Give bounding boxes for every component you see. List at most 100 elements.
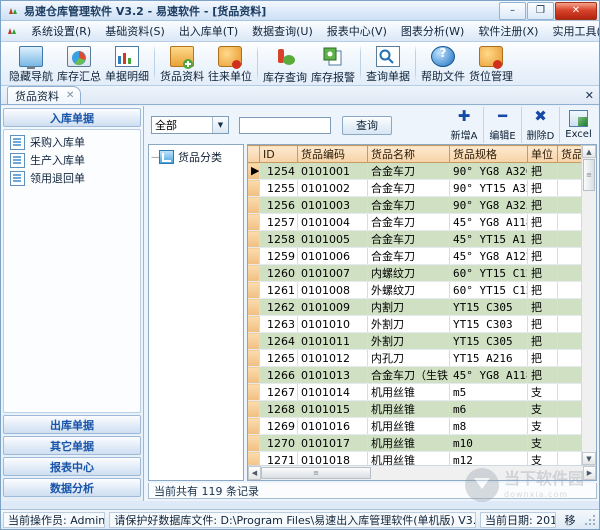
cell-spec[interactable]: 45° YG8 A118 <box>449 366 528 384</box>
nav-group-report-center[interactable]: 报表中心 <box>3 457 141 476</box>
cell-name[interactable]: 外割刀 <box>367 332 450 350</box>
column-header-code[interactable]: 货品编码 <box>297 145 368 163</box>
cell-unit[interactable]: 支 <box>527 451 558 465</box>
cell-code[interactable]: 0101015 <box>297 400 368 418</box>
scroll-left-arrow-icon[interactable]: ◀ <box>248 466 261 480</box>
table-row[interactable]: 12600101007内螺纹刀60° YT15 C120把 <box>248 264 581 282</box>
cell-spec[interactable]: m6 <box>449 400 528 418</box>
menu-item-inout-orders[interactable]: 出入库单(T) <box>172 21 245 41</box>
cell-code[interactable]: 0101012 <box>297 349 368 367</box>
cell-unit[interactable]: 支 <box>527 383 558 401</box>
cell-code[interactable]: 0101005 <box>297 230 368 248</box>
cell-cat[interactable] <box>557 332 581 350</box>
cell-code[interactable]: 0101014 <box>297 383 368 401</box>
nav-group-header-inbound[interactable]: 入库单据 <box>3 108 141 127</box>
horizontal-scrollbar[interactable]: ◀ ≡ ▶ <box>248 465 596 480</box>
menu-item-report-center[interactable]: 报表中心(V) <box>320 21 394 41</box>
cell-name[interactable]: 机用丝锥 <box>367 451 450 465</box>
cell-unit[interactable]: 把 <box>527 349 558 367</box>
cell-cat[interactable] <box>557 383 581 401</box>
row-selector-cell[interactable] <box>248 179 260 197</box>
cell-unit[interactable]: 把 <box>527 332 558 350</box>
cell-spec[interactable]: 60° YT15 C120 <box>449 281 528 299</box>
cell-code[interactable]: 0101002 <box>297 179 368 197</box>
row-selector-cell[interactable] <box>248 213 260 231</box>
cell-code[interactable]: 0101004 <box>297 213 368 231</box>
column-header-unit[interactable]: 单位 <box>527 145 558 163</box>
cell-name[interactable]: 合金车刀（生铁 <box>367 366 450 384</box>
row-selector-cell[interactable] <box>248 298 260 316</box>
row-selector-cell[interactable] <box>248 315 260 333</box>
table-row[interactable]: 12610101008外螺纹刀60° YT15 C120把 <box>248 281 581 299</box>
table-row[interactable]: 1270 0101017 机用丝锥 m10 支 <box>248 434 581 452</box>
cell-name[interactable]: 合金车刀 <box>367 196 450 214</box>
cell-name[interactable]: 机用丝锥 <box>367 434 450 452</box>
table-row[interactable]: 1256 0101003 合金车刀 90° YG8 A325 把 <box>248 196 581 214</box>
cell-name[interactable]: 外割刀 <box>367 315 450 333</box>
cell-spec[interactable]: m5 <box>449 383 528 401</box>
toolbar-button-query-orders[interactable]: 查询单据 <box>364 44 412 84</box>
cell-code[interactable]: 0101006 <box>297 247 368 265</box>
cell-id[interactable]: 1259 <box>259 247 298 265</box>
column-header-spec[interactable]: 货品规格 <box>449 145 528 163</box>
category-tree-pane[interactable]: — 货品分类 <box>148 144 244 481</box>
cell-code[interactable]: 0101001 <box>297 162 368 180</box>
cell-cat[interactable] <box>557 264 581 282</box>
cell-cat[interactable] <box>557 366 581 384</box>
cell-name[interactable]: 合金车刀 <box>367 213 450 231</box>
tree-expander-icon[interactable]: — <box>151 152 161 163</box>
cell-unit[interactable]: 把 <box>527 264 558 282</box>
cell-cat[interactable] <box>557 281 581 299</box>
vertical-scroll-track[interactable] <box>582 191 596 452</box>
tab-close-icon[interactable]: ✕ <box>66 90 74 101</box>
cell-unit[interactable]: 把 <box>527 179 558 197</box>
row-selector-cell[interactable] <box>248 332 260 350</box>
cell-spec[interactable]: YT15 C305 <box>449 298 528 316</box>
row-selector-cell[interactable] <box>248 264 260 282</box>
toolbar-button-partners[interactable]: 往来单位 <box>206 44 254 84</box>
tree-node-root[interactable]: — 货品分类 <box>151 149 243 165</box>
table-row[interactable]: 12580101005合金车刀45° YT15 A118把 <box>248 230 581 248</box>
row-selector-cell[interactable] <box>248 196 260 214</box>
cell-id[interactable]: 1270 <box>259 434 298 452</box>
cell-name[interactable]: 内螺纹刀 <box>367 264 450 282</box>
row-selector-cell[interactable] <box>248 383 260 401</box>
table-row[interactable]: 1264 0101011 外割刀 YT15 C305 把 <box>248 332 581 350</box>
cell-id[interactable]: 1266 <box>259 366 298 384</box>
maximize-button[interactable]: ❐ <box>527 1 554 20</box>
cell-name[interactable]: 机用丝锥 <box>367 400 450 418</box>
cell-spec[interactable]: 45° YG8 A118 <box>449 213 528 231</box>
cell-cat[interactable] <box>557 179 581 197</box>
cell-unit[interactable]: 把 <box>527 366 558 384</box>
cell-unit[interactable]: 把 <box>527 162 558 180</box>
nav-group-data-analysis[interactable]: 数据分析 <box>3 478 141 497</box>
table-row[interactable]: 1257 0101004 合金车刀 45° YG8 A118 把 <box>248 213 581 231</box>
cell-cat[interactable] <box>557 434 581 452</box>
toolbar-button-hide-nav[interactable]: 隐藏导航 <box>7 44 55 84</box>
cell-code[interactable]: 0101007 <box>297 264 368 282</box>
table-row[interactable]: 1265 0101012 内孔刀 YT15 A216 把 <box>248 349 581 367</box>
menu-item-data-query[interactable]: 数据查询(U) <box>245 21 320 41</box>
table-row[interactable]: ▶ 1254 0101001 合金车刀 90° YG8 A320 把 <box>248 162 581 180</box>
chevron-down-icon[interactable]: ▼ <box>212 117 228 133</box>
table-row[interactable]: 1263 0101010 外割刀 YT15 C303 把 <box>248 315 581 333</box>
cell-spec[interactable]: m12 <box>449 451 528 465</box>
cell-unit[interactable]: 支 <box>527 400 558 418</box>
cell-code[interactable]: 0101008 <box>297 281 368 299</box>
cell-cat[interactable] <box>557 162 581 180</box>
cell-unit[interactable]: 支 <box>527 434 558 452</box>
column-header-category[interactable]: 货品分类 <box>557 145 581 163</box>
table-row[interactable]: 12550101002合金车刀90° YT15 A320把 <box>248 179 581 197</box>
menu-item-basic-data[interactable]: 基础资料(S) <box>98 21 172 41</box>
cell-unit[interactable]: 把 <box>527 298 558 316</box>
toolbar-button-location-mgmt[interactable]: 货位管理 <box>467 44 515 84</box>
search-input[interactable] <box>239 116 331 134</box>
delete-button[interactable]: ✖ 删除D <box>521 107 559 143</box>
cell-spec[interactable]: YT15 C303 <box>449 315 528 333</box>
cell-name[interactable]: 合金车刀 <box>367 247 450 265</box>
row-selector-cell[interactable] <box>248 247 260 265</box>
row-selector-cell[interactable] <box>248 366 260 384</box>
cell-spec[interactable]: 90° YT15 A320 <box>449 179 528 197</box>
toolbar-button-stock-alarm[interactable]: 库存报警 <box>309 44 357 84</box>
add-button[interactable]: ✚ 新增A <box>445 107 483 143</box>
